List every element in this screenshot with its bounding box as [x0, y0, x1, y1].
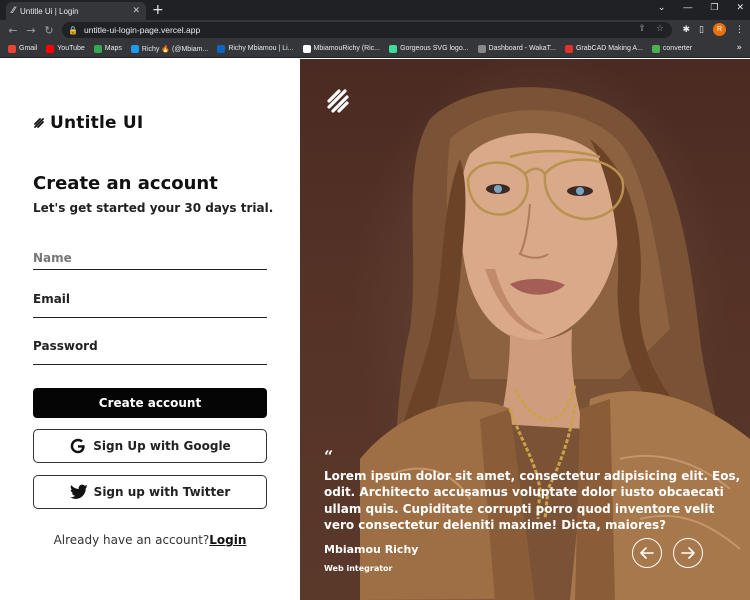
window-controls: ⌄ — ❐ ✕	[658, 2, 744, 13]
bookmark-star-icon[interactable]: ☆	[656, 24, 664, 34]
bookmark-favicon-icon	[302, 44, 311, 53]
bookmark-item[interactable]: Richy 🔥 (@Mbiam...	[130, 44, 209, 53]
logo-mark-icon	[34, 118, 44, 128]
reload-icon[interactable]: ↻	[40, 24, 58, 37]
bookmark-item[interactable]: Gmail	[8, 44, 38, 53]
address-bar[interactable]: 🔒 untitle-ui-login-page.vercel.app ⇪ ☆	[62, 22, 672, 38]
twitter-icon	[69, 484, 88, 499]
forward-icon[interactable]: →	[22, 24, 40, 37]
quote-mark: “	[324, 447, 334, 466]
new-tab-icon[interactable]: +	[152, 1, 164, 19]
google-button-label: Sign Up with Google	[93, 439, 231, 453]
bookmark-label: Richy Mbiamou | Li...	[228, 45, 294, 52]
bookmark-item[interactable]: GrabCAD Making A...	[564, 44, 643, 53]
hero-panel: “ Lorem ipsum dolor sit amet, consectetu…	[300, 59, 750, 600]
bookmark-favicon-icon	[93, 44, 102, 53]
lock-icon[interactable]: 🔒	[68, 26, 78, 35]
bookmark-label: Gmail	[19, 45, 38, 52]
brand-name: Untitle UI	[50, 113, 144, 133]
password-field[interactable]	[33, 342, 267, 365]
google-icon	[70, 438, 85, 454]
password-input[interactable]	[33, 342, 267, 364]
name-field[interactable]	[33, 247, 267, 270]
share-icon[interactable]: ⇪	[638, 24, 646, 34]
close-window-icon[interactable]: ✕	[736, 2, 744, 13]
tab-search-icon[interactable]: ⌄	[658, 2, 666, 13]
browser-tab-bar: ⁄⁄ Untitle Ui | Login ✕ + ⌄ — ❐ ✕	[0, 0, 750, 20]
next-slide-button[interactable]	[673, 538, 703, 568]
email-field[interactable]	[33, 295, 267, 318]
page-title: Create an account	[33, 173, 218, 194]
minimize-icon[interactable]: —	[683, 2, 692, 13]
bookmark-favicon-icon	[217, 44, 226, 53]
menu-kebab-icon[interactable]: ⋮	[735, 25, 744, 35]
google-signup-button[interactable]: Sign Up with Google	[33, 429, 267, 463]
bookmark-favicon-icon	[389, 44, 398, 53]
bookmark-item[interactable]: converter	[651, 44, 693, 53]
back-icon[interactable]: ←	[4, 24, 22, 37]
bookmark-favicon-icon	[8, 44, 16, 53]
bookmark-label: GrabCAD Making A...	[575, 45, 643, 52]
bookmarks-bar: Gmail YouTube Maps Richy 🔥 (@Mbiam... Richy …	[0, 40, 750, 58]
email-input[interactable]	[33, 295, 267, 317]
bookmark-favicon-icon	[564, 44, 573, 53]
extensions-icon[interactable]: ✱	[683, 25, 691, 35]
bookmark-label: Gorgeous SVG logo...	[400, 45, 469, 52]
bookmark-item[interactable]: Richy Mbiamou | Li...	[217, 44, 294, 53]
signup-panel: Untitle UI Create an account Let's get s…	[0, 59, 300, 600]
arrow-right-icon	[681, 547, 695, 559]
bookmark-label: MbiamouRichy (Ric...	[313, 45, 381, 52]
twitter-signup-button[interactable]: Sign up with Twitter	[33, 475, 267, 509]
bookmark-item[interactable]: YouTube	[46, 44, 85, 53]
previous-slide-button[interactable]	[632, 538, 662, 568]
tab-title: Untitle Ui | Login	[20, 6, 79, 16]
bookmarks-overflow-icon[interactable]: »	[736, 43, 742, 53]
bookmark-item[interactable]: MbiamouRichy (Ric...	[302, 44, 381, 53]
tab-favicon-icon: ⁄⁄	[12, 6, 16, 16]
toolbar-actions: ✱ ▯ R ⋮	[683, 23, 744, 36]
hero-logo-icon	[327, 89, 349, 113]
url-text[interactable]: untitle-ui-login-page.vercel.app	[84, 25, 200, 35]
restore-icon[interactable]: ❐	[710, 2, 718, 13]
testimonial-quote: Lorem ipsum dolor sit amet, consectetur …	[324, 469, 741, 532]
bookmark-favicon-icon	[46, 44, 55, 53]
create-account-button[interactable]: Create account	[33, 388, 267, 418]
bookmark-label: Maps	[104, 45, 122, 52]
side-panel-icon[interactable]: ▯	[699, 25, 704, 35]
bookmark-item[interactable]: Gorgeous SVG logo...	[389, 44, 469, 53]
bookmark-item[interactable]: Maps	[93, 44, 122, 53]
bookmark-label: Dashboard - WakaT...	[488, 45, 556, 52]
bookmark-favicon-icon	[130, 44, 139, 53]
login-prompt-text: Already have an account?	[53, 533, 210, 547]
bookmark-label: YouTube	[57, 45, 85, 52]
bookmark-label: converter	[662, 45, 693, 52]
twitter-button-label: Sign up with Twitter	[93, 485, 231, 499]
bookmark-favicon-icon	[477, 44, 486, 53]
brand-logo[interactable]: Untitle UI	[33, 113, 143, 133]
bookmark-label: Richy 🔥 (@Mbiam...	[141, 45, 209, 53]
testimonial-role: Web integrator	[324, 564, 393, 573]
browser-tab[interactable]: ⁄⁄ Untitle Ui | Login ✕	[6, 2, 146, 20]
bookmark-item[interactable]: Dashboard - WakaT...	[477, 44, 556, 53]
name-input[interactable]	[33, 247, 267, 269]
login-prompt: Already have an account?Login	[0, 533, 300, 547]
testimonial-author: Mbiamou Richy	[324, 543, 419, 556]
profile-avatar[interactable]: R	[713, 23, 726, 36]
page-subtitle: Let's get started your 30 days trial.	[33, 201, 274, 215]
arrow-left-icon	[640, 547, 654, 559]
close-tab-icon[interactable]: ✕	[132, 6, 140, 16]
bookmark-favicon-icon	[651, 44, 660, 53]
login-link[interactable]: Login	[209, 533, 246, 547]
